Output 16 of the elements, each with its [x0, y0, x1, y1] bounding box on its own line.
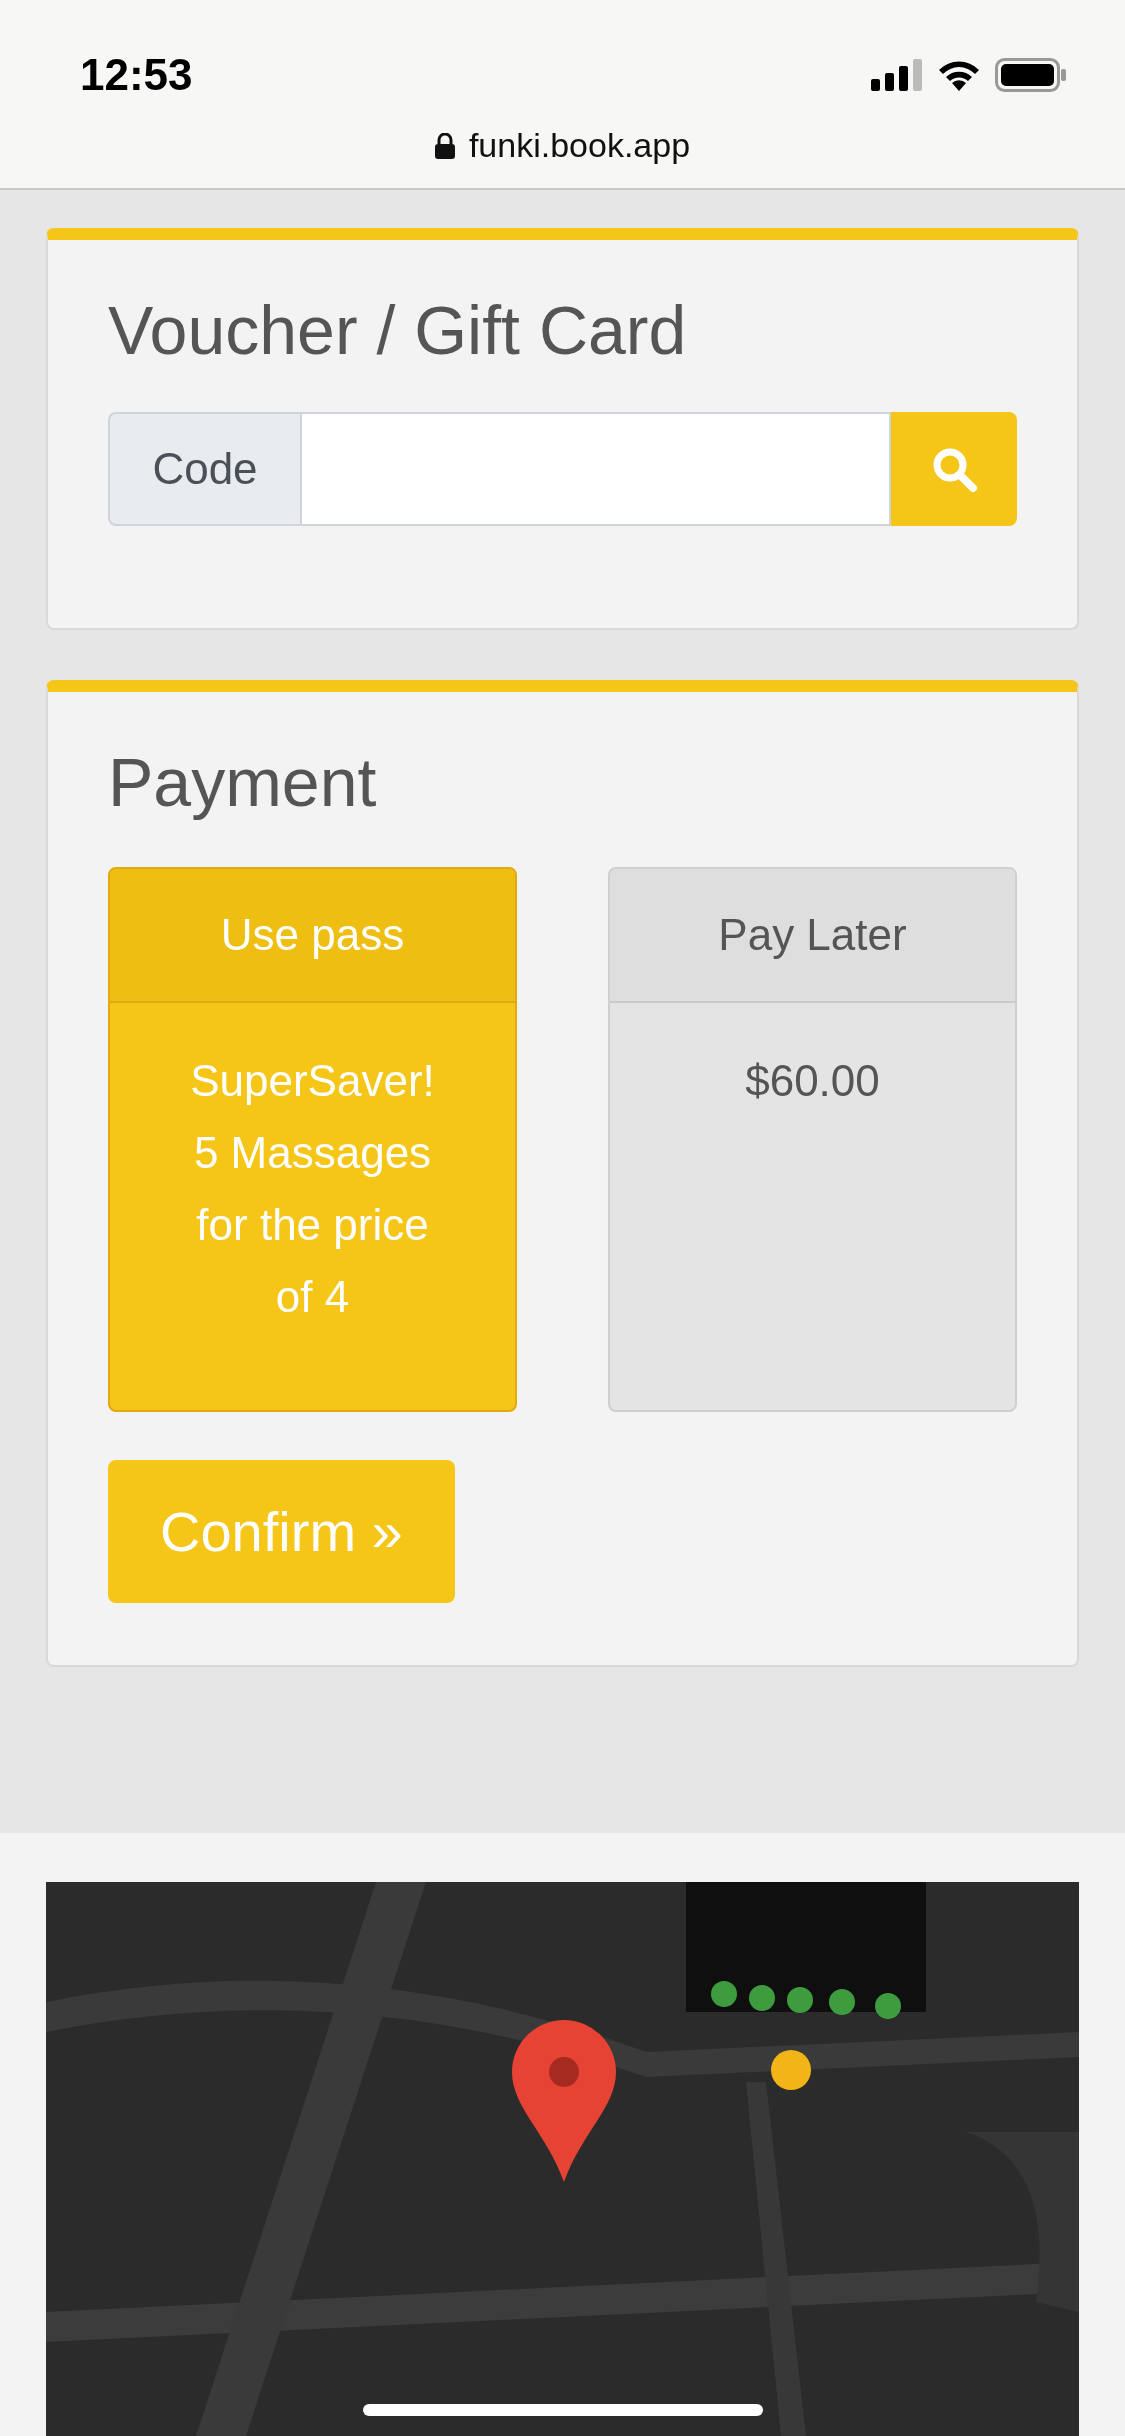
- lock-icon: [434, 132, 455, 159]
- option-title: Pay Later: [610, 869, 1015, 1004]
- option-title: Use pass: [110, 869, 515, 1004]
- search-button[interactable]: [891, 411, 1017, 526]
- section-title: Voucher / Gift Card: [108, 291, 688, 370]
- option-detail: $60.00: [744, 1055, 881, 1108]
- section-title: Payment: [108, 742, 378, 822]
- battery-icon: [995, 58, 1067, 92]
- signal-icon: [871, 59, 923, 91]
- option-detail: SuperSaver! 5 Massages for the price of 4: [189, 1055, 436, 1324]
- wifi-icon: [937, 59, 981, 91]
- status-time: 12:53: [80, 50, 193, 100]
- code-input[interactable]: [300, 411, 891, 526]
- url-text[interactable]: funki.book.app: [468, 126, 691, 165]
- payment-option[interactable]: Pay Later $60.00: [608, 867, 1017, 1413]
- code-label: Code: [108, 411, 300, 526]
